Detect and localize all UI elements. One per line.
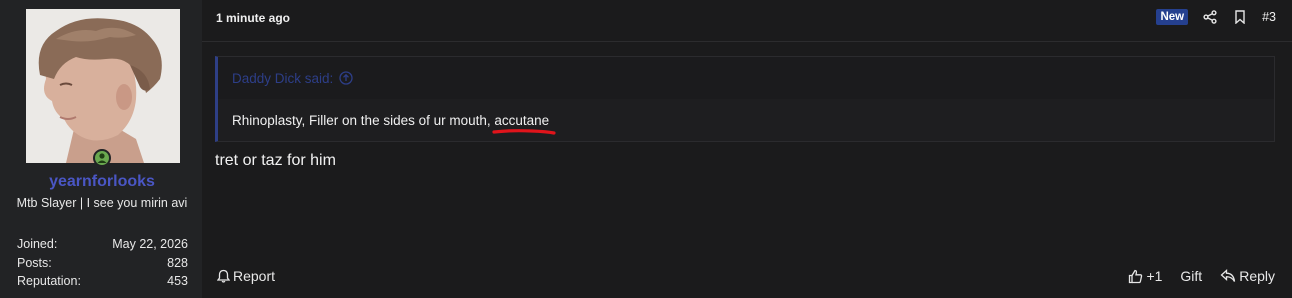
stat-label: Reputation: <box>17 274 81 288</box>
post-message: tret or taz for him <box>215 152 336 169</box>
share-icon[interactable] <box>1202 9 1218 25</box>
stat-posts: Posts: 828 <box>17 254 188 273</box>
user-title: Mtb Slayer | I see you mirin avi <box>16 196 188 210</box>
user-info-panel: yearnforlooks Mtb Slayer | I see you mir… <box>0 0 202 298</box>
report-button[interactable]: Report <box>217 268 275 284</box>
red-underline-mark <box>492 129 556 135</box>
user-online-icon <box>97 153 107 163</box>
reply-label: Reply <box>1239 268 1275 284</box>
stat-label: Posts: <box>17 255 52 270</box>
highlighted-word-text: accutane <box>494 113 550 128</box>
post-footer-left: Report <box>217 268 275 284</box>
post-footer-actions: +1 Gift Reply <box>1110 268 1275 284</box>
forum-post: yearnforlooks Mtb Slayer | I see you mir… <box>0 0 1292 298</box>
stat-label: Joined: <box>17 237 58 251</box>
user-stats: Joined: May 22, 2026 Posts: 828 Reputati… <box>17 235 188 291</box>
quote-text: Rhinoplasty, Filler on the sides of ur m… <box>232 113 556 135</box>
bell-icon <box>217 269 230 283</box>
gift-button[interactable]: Gift <box>1180 268 1202 284</box>
arrow-up-circle-icon[interactable] <box>339 71 353 85</box>
reply-button[interactable]: Reply <box>1220 268 1275 284</box>
username-link[interactable]: yearnforlooks <box>0 173 204 191</box>
stat-value: May 22, 2026 <box>112 237 188 251</box>
reply-arrow-icon <box>1220 269 1236 282</box>
post-header-actions: New #3 <box>1156 9 1276 25</box>
post-timestamp[interactable]: 1 minute ago <box>216 11 290 25</box>
quote-author[interactable]: Daddy Dick said: <box>232 71 333 86</box>
like-button[interactable]: +1 <box>1128 268 1162 284</box>
like-count: +1 <box>1146 268 1163 284</box>
post-header: 1 minute ago New #3 <box>216 9 1276 27</box>
avatar[interactable] <box>26 9 180 163</box>
highlighted-word: accutane <box>492 113 556 135</box>
post-number-link[interactable]: #3 <box>1262 10 1276 24</box>
thumbs-up-icon <box>1129 269 1143 283</box>
quote-text-main: Rhinoplasty, Filler on the sides of ur m… <box>232 113 495 128</box>
header-divider <box>202 41 1292 42</box>
stat-value: 828 <box>167 255 188 270</box>
bookmark-icon[interactable] <box>1232 9 1248 25</box>
quote-header[interactable]: Daddy Dick said: <box>218 57 1274 99</box>
report-label: Report <box>233 268 276 284</box>
stat-reputation: Reputation: 453 <box>17 272 188 291</box>
quote-block: Daddy Dick said: Rhinoplasty, Filler on … <box>215 56 1275 142</box>
avatar-image <box>26 9 180 163</box>
stat-joined: Joined: May 22, 2026 <box>17 235 188 254</box>
online-status-icon <box>93 149 111 167</box>
new-badge: New <box>1156 9 1189 25</box>
stat-value: 453 <box>167 274 188 288</box>
